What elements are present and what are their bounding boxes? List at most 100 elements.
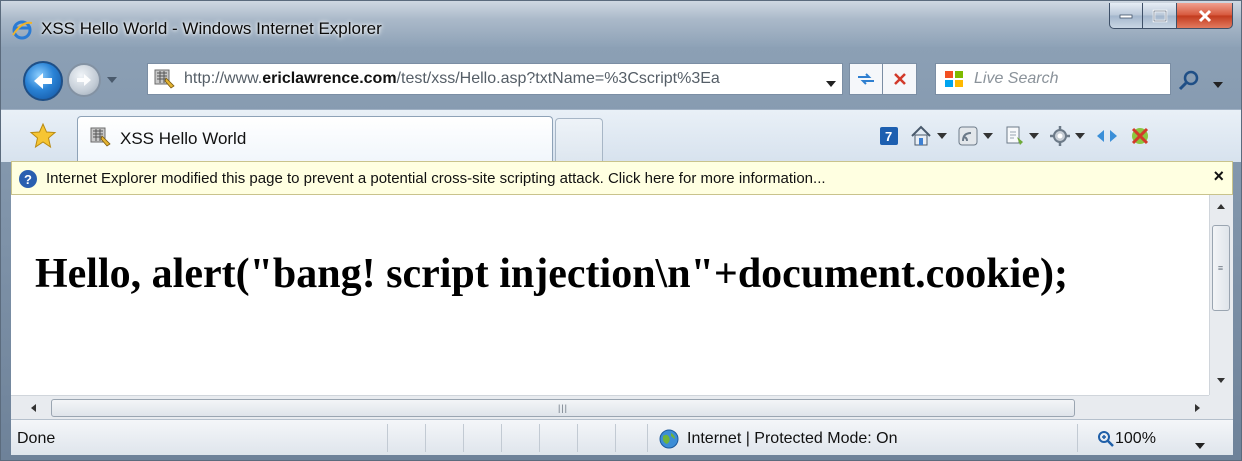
status-divider bbox=[647, 424, 648, 452]
arrow-left-icon bbox=[34, 73, 52, 89]
globe-icon bbox=[659, 429, 679, 449]
research-button[interactable] bbox=[1095, 126, 1119, 146]
help-button[interactable]: 7 bbox=[879, 126, 899, 146]
chevron-down-icon bbox=[1075, 133, 1085, 139]
status-bar: Done Internet | Protected Mode: On 100% bbox=[11, 419, 1233, 455]
tools-button[interactable] bbox=[1049, 125, 1085, 147]
arrow-left-icon bbox=[30, 404, 36, 412]
url-text: http://www.ericlawrence.com/test/xss/Hel… bbox=[184, 70, 804, 88]
print-icon bbox=[1006, 126, 1023, 145]
help-icon: 7 bbox=[880, 127, 898, 145]
scroll-up-button[interactable] bbox=[1211, 197, 1231, 215]
scroll-down-button[interactable] bbox=[1211, 371, 1231, 389]
maximize-icon bbox=[1152, 9, 1167, 22]
page-heading: Hello, alert("bang! script injection\n"+… bbox=[35, 251, 1068, 297]
status-divider bbox=[615, 424, 616, 452]
arrow-right-icon bbox=[77, 74, 91, 86]
search-placeholder: Live Search bbox=[974, 70, 1059, 87]
favorites-star-icon[interactable] bbox=[29, 122, 57, 150]
security-zone-text[interactable]: Internet | Protected Mode: On bbox=[687, 430, 898, 448]
status-divider bbox=[425, 424, 426, 452]
home-button[interactable] bbox=[909, 124, 947, 148]
navigation-bar: http://www.ericlawrence.com/test/xss/Hel… bbox=[1, 49, 1241, 109]
svg-text:?: ? bbox=[24, 172, 32, 187]
block-icon bbox=[1131, 127, 1149, 145]
chevron-down-icon bbox=[937, 133, 947, 139]
svg-text:7: 7 bbox=[885, 129, 892, 144]
zoom-dropdown[interactable] bbox=[1195, 436, 1205, 454]
live-search-logo-icon bbox=[944, 70, 966, 88]
status-divider bbox=[1077, 424, 1078, 452]
forward-button[interactable] bbox=[67, 63, 101, 97]
shield-warning-icon: ? bbox=[18, 169, 38, 189]
zoom-icon bbox=[1097, 430, 1115, 448]
browser-window: XSS Hello World - Windows Internet Explo… bbox=[0, 0, 1242, 461]
status-divider bbox=[539, 424, 540, 452]
recent-pages-dropdown[interactable] bbox=[105, 73, 119, 87]
minimize-button[interactable] bbox=[1109, 3, 1143, 29]
zoom-level[interactable]: 100% bbox=[1115, 430, 1156, 448]
minimize-icon bbox=[1119, 14, 1133, 18]
information-bar[interactable]: ? Internet Explorer modified this page t… bbox=[11, 161, 1233, 195]
home-icon bbox=[911, 125, 931, 146]
url-path: /test/xss/Hello.asp?txtName=%3Cscript%3E… bbox=[396, 70, 720, 87]
feeds-button[interactable] bbox=[957, 125, 993, 147]
page-content: Hello, alert("bang! script injection\n"+… bbox=[11, 195, 1209, 395]
blocked-content-button[interactable] bbox=[1129, 125, 1151, 147]
horizontal-scrollbar[interactable]: ||| bbox=[11, 395, 1209, 419]
gear-icon bbox=[1050, 126, 1070, 146]
title-bar: XSS Hello World - Windows Internet Explo… bbox=[1, 1, 1241, 47]
vertical-scrollbar[interactable]: ≡ bbox=[1209, 195, 1233, 395]
print-button[interactable] bbox=[1003, 125, 1039, 147]
command-bar: 7 bbox=[879, 122, 1161, 150]
chevron-down-icon bbox=[1213, 82, 1223, 88]
tab-xss-hello-world[interactable]: XSS Hello World bbox=[77, 116, 553, 162]
address-bar[interactable]: http://www.ericlawrence.com/test/xss/Hel… bbox=[147, 63, 843, 95]
close-button[interactable] bbox=[1177, 3, 1233, 29]
page-favicon-icon bbox=[90, 127, 112, 147]
arrow-down-icon bbox=[1217, 377, 1225, 383]
grip-icon: ≡ bbox=[1217, 263, 1225, 273]
infobar-close-button[interactable]: × bbox=[1213, 166, 1224, 187]
chevron-down-icon bbox=[1195, 443, 1205, 449]
magnifier-icon bbox=[1178, 70, 1199, 91]
status-divider bbox=[387, 424, 388, 452]
url-domain: ericlawrence.com bbox=[262, 70, 397, 87]
stop-icon bbox=[893, 73, 906, 85]
grip-icon: ||| bbox=[557, 403, 568, 413]
chevron-down-icon bbox=[983, 133, 993, 139]
arrow-up-icon bbox=[1217, 203, 1225, 209]
chevron-down-icon bbox=[107, 77, 117, 83]
window-title: XSS Hello World - Windows Internet Explo… bbox=[41, 19, 382, 38]
address-dropdown[interactable] bbox=[826, 74, 836, 92]
arrow-right-icon bbox=[1194, 404, 1200, 412]
status-divider bbox=[577, 424, 578, 452]
refresh-icon bbox=[858, 73, 874, 85]
stop-button[interactable] bbox=[883, 63, 917, 95]
scroll-right-button[interactable] bbox=[1187, 399, 1207, 417]
vertical-scroll-thumb[interactable]: ≡ bbox=[1212, 225, 1230, 311]
scroll-left-button[interactable] bbox=[23, 399, 43, 417]
search-box[interactable]: Live Search bbox=[935, 63, 1171, 95]
refresh-button[interactable] bbox=[849, 63, 883, 95]
status-divider bbox=[501, 424, 502, 452]
url-prefix: http://www. bbox=[184, 70, 263, 87]
new-tab-button[interactable] bbox=[555, 118, 603, 162]
tab-label: XSS Hello World bbox=[120, 129, 247, 148]
search-button[interactable] bbox=[1177, 69, 1201, 93]
horizontal-scroll-thumb[interactable]: ||| bbox=[51, 399, 1075, 417]
status-text: Done bbox=[17, 430, 56, 447]
ie-logo-icon bbox=[11, 19, 33, 41]
maximize-button[interactable] bbox=[1143, 3, 1177, 29]
scrollbar-corner bbox=[1209, 395, 1233, 419]
back-button[interactable] bbox=[23, 61, 63, 101]
feeds-icon bbox=[958, 126, 978, 146]
tab-bar: XSS Hello World 7 bbox=[1, 109, 1241, 162]
search-options-dropdown[interactable] bbox=[1213, 75, 1223, 93]
chevron-down-icon bbox=[826, 81, 836, 87]
chevron-down-icon bbox=[1029, 133, 1039, 139]
status-divider bbox=[463, 424, 464, 452]
window-controls bbox=[1109, 3, 1233, 31]
infobar-message: Internet Explorer modified this page to … bbox=[46, 170, 826, 187]
close-icon bbox=[1198, 9, 1211, 22]
